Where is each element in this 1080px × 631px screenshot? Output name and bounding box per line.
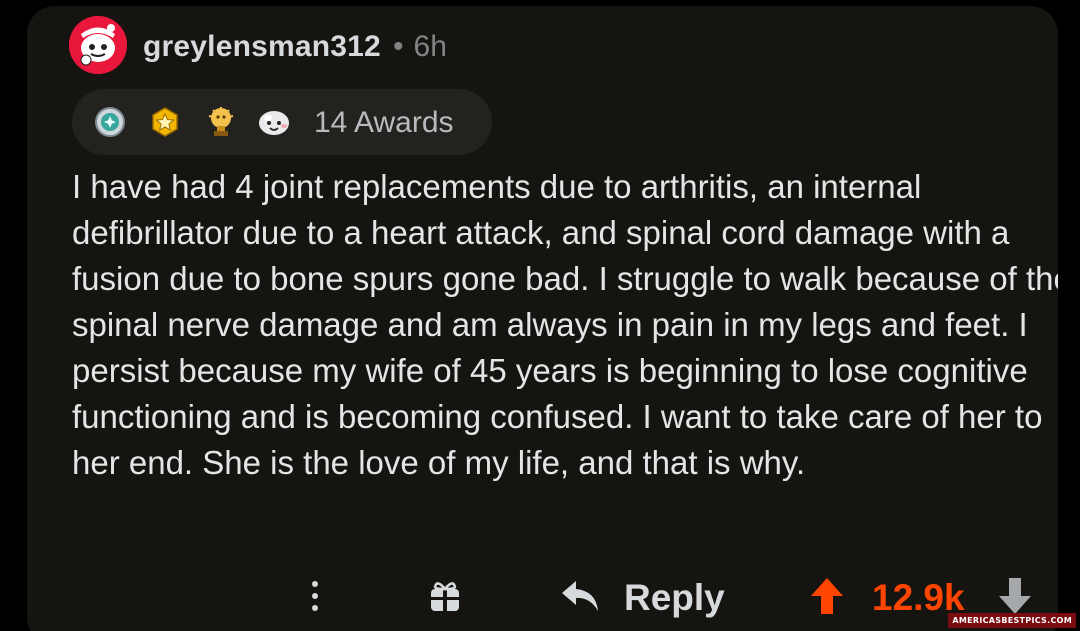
more-options-icon-dot <box>312 605 318 611</box>
more-options-button[interactable] <box>310 577 320 615</box>
downvote-icon[interactable] <box>998 577 1032 615</box>
comment-action-bar: Reply 12.9k <box>27 569 1058 629</box>
awards-bar[interactable]: 14 Awards <box>72 89 492 155</box>
username[interactable]: greylensman312 <box>143 30 381 64</box>
wholesome-seal-award-icon <box>259 111 289 135</box>
user-avatar[interactable] <box>69 16 127 74</box>
post-meta: • 6h <box>393 30 447 64</box>
trophy-award-icon <box>208 107 234 136</box>
snoo-avatar-icon <box>69 16 127 74</box>
gold-star-award-icon <box>152 107 178 137</box>
reply-icon[interactable] <box>560 579 600 613</box>
meta-separator: • <box>393 30 404 63</box>
upvote-icon[interactable] <box>810 577 844 615</box>
more-options-icon <box>312 581 318 587</box>
reply-button[interactable]: Reply <box>624 577 725 619</box>
site-watermark: AMERICASBESTPICS.COM <box>948 613 1076 628</box>
silver-ring-award-icon <box>95 107 125 137</box>
gift-icon[interactable] <box>427 577 463 613</box>
awards-count: 14 Awards <box>314 106 454 139</box>
comment-body: I have had 4 joint replacements due to a… <box>72 168 1058 481</box>
comment-card: greylensman312 • 6h 14 Awards I have had… <box>27 6 1058 631</box>
comment-age: 6h <box>413 30 447 63</box>
more-options-icon-dot <box>312 593 318 599</box>
